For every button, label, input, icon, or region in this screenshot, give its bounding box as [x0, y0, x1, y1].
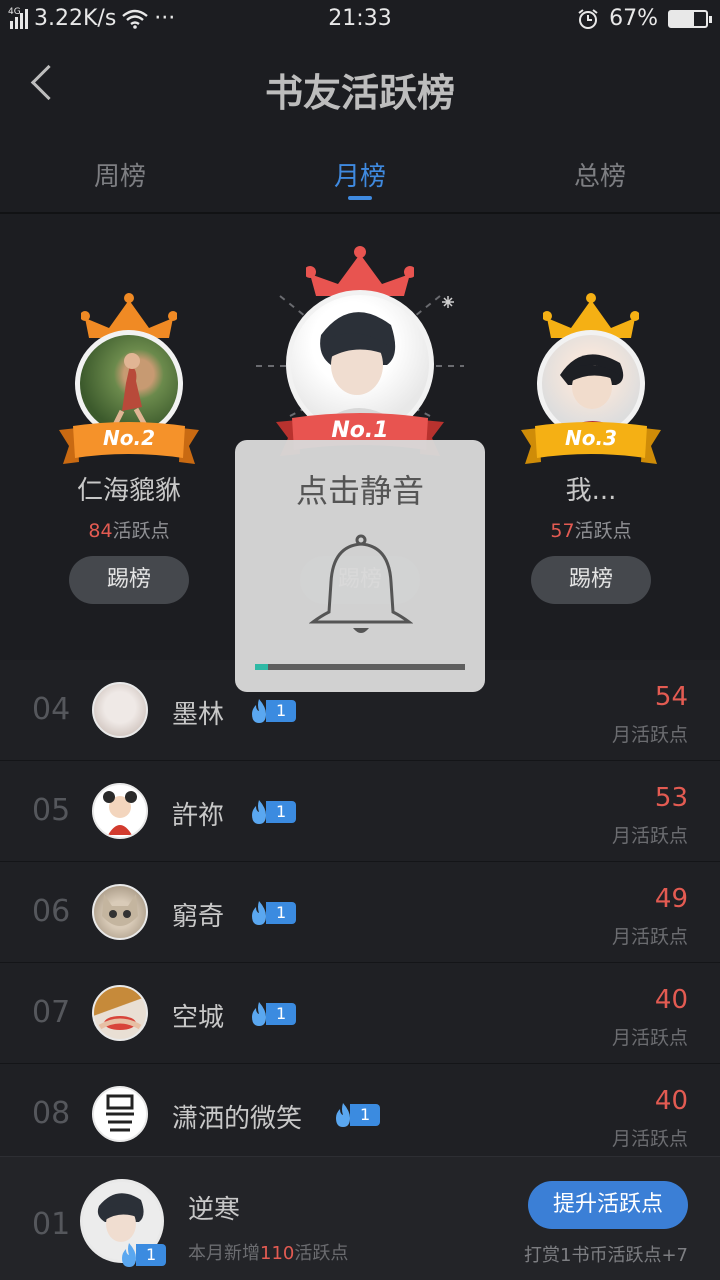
avatar[interactable] — [92, 985, 148, 1041]
ranking-list: 04 墨林 1 54 月活跃点 05 許祢 1 53 月活跃点 06 窮奇 1 — [0, 660, 720, 1165]
rank-number: 04 — [32, 692, 71, 727]
flame-icon — [252, 901, 266, 925]
score: 54 — [654, 682, 688, 712]
avatar[interactable] — [92, 1086, 148, 1142]
flame-icon — [252, 699, 266, 723]
avatar[interactable] — [92, 682, 148, 738]
avatar[interactable] — [92, 783, 148, 839]
user-name: 仁海貔貅 — [76, 476, 181, 506]
boost-activity-button[interactable]: 提升活跃点 — [528, 1181, 688, 1229]
rank-number: 06 — [32, 894, 71, 929]
volume-bar[interactable] — [255, 664, 465, 670]
score-label: 月活跃点 — [611, 724, 688, 746]
score: 40 — [654, 985, 688, 1015]
my-rank-bar: 01 1 逆寒 本月新增110活跃点 提升活跃点 打赏1书币活跃点+7 — [0, 1156, 720, 1280]
flame-icon — [336, 1103, 350, 1127]
flame-icon — [252, 800, 266, 824]
score: 49 — [654, 884, 688, 914]
rank-number: 08 — [32, 1096, 71, 1131]
avatar[interactable] — [92, 884, 148, 940]
list-item[interactable]: 05 許祢 1 53 月活跃点 — [0, 761, 720, 862]
rank-card-second: No.2 仁海貔貅 84活跃点 踢榜 — [19, 216, 239, 616]
kick-button[interactable]: 踢榜 — [69, 556, 189, 604]
page-title: 书友活跃榜 — [264, 70, 455, 115]
kick-button[interactable]: 踢榜 — [531, 556, 651, 604]
points: 84活跃点 — [88, 520, 170, 542]
rank-badge: No.3 — [565, 426, 617, 450]
user-name: 許祢 — [172, 801, 225, 831]
user-name: 我... — [565, 476, 617, 506]
flame-icon — [122, 1243, 136, 1267]
rank-badge: No.2 — [103, 426, 155, 450]
score-label: 月活跃点 — [611, 926, 688, 948]
user-name: 逆寒 — [188, 1195, 241, 1225]
battery-icon — [668, 9, 712, 28]
user-name: 潇洒的微笑 — [172, 1104, 303, 1134]
user-name: 空城 — [172, 1003, 225, 1033]
rank-number: 05 — [32, 793, 71, 828]
level-badge: 1 — [332, 1102, 381, 1128]
level-badge: 1 — [248, 698, 297, 724]
score-label: 月活跃点 — [611, 1027, 688, 1049]
tab-total[interactable]: 总榜 — [480, 132, 720, 212]
bell-icon — [309, 534, 413, 633]
points: 57活跃点 — [550, 520, 632, 542]
tab-bar: 周榜 月榜 总榜 — [0, 132, 720, 214]
mute-toast[interactable]: 点击静音 — [235, 440, 485, 692]
reward-hint: 打赏1书币活跃点+7 — [524, 1245, 688, 1266]
flame-icon — [252, 1002, 266, 1026]
status-bar: 4G 3.22K/s ··· 21:33 67% — [0, 0, 720, 40]
tab-monthly[interactable]: 月榜 — [240, 132, 480, 212]
toast-title: 点击静音 — [295, 472, 424, 510]
tab-weekly[interactable]: 周榜 — [0, 132, 240, 212]
rank-number: 01 — [32, 1207, 71, 1242]
user-name: 墨林 — [172, 700, 225, 730]
list-item[interactable]: 07 空城 1 40 月活跃点 — [0, 963, 720, 1064]
score-label: 月活跃点 — [611, 1128, 688, 1150]
score-label: 月活跃点 — [611, 825, 688, 847]
user-name: 窮奇 — [172, 902, 225, 932]
list-item[interactable]: 06 窮奇 1 49 月活跃点 — [0, 862, 720, 963]
level-badge: 1 — [248, 799, 297, 825]
score: 40 — [654, 1086, 688, 1116]
monthly-gain: 本月新增110活跃点 — [188, 1243, 349, 1264]
header: 书友活跃榜 — [0, 40, 720, 132]
alarm-icon — [578, 8, 598, 29]
level-badge: 1 — [248, 900, 297, 926]
rank-number: 07 — [32, 995, 71, 1030]
level-badge: 1 — [118, 1242, 167, 1268]
score: 53 — [654, 783, 688, 813]
list-item[interactable]: 08 潇洒的微笑 1 40 月活跃点 — [0, 1064, 720, 1165]
battery-percent: 67% — [609, 6, 658, 31]
rank-card-third: No.3 我... 57活跃点 踢榜 — [481, 216, 701, 616]
level-badge: 1 — [248, 1001, 297, 1027]
